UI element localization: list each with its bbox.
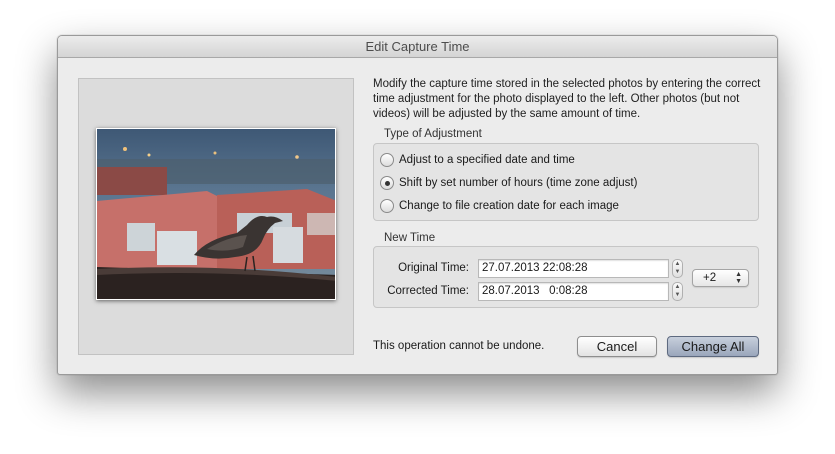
radio-button[interactable]	[380, 176, 394, 190]
select-arrows-icon: ▲ ▼	[735, 271, 742, 285]
radio-label: Shift by set number of hours (time zone …	[399, 177, 638, 189]
radio-button[interactable]	[380, 199, 394, 213]
photo-preview-panel	[78, 78, 354, 355]
adjustment-section-label: Type of Adjustment	[384, 128, 482, 140]
radio-option-specified-date[interactable]: Adjust to a specified date and time	[380, 151, 575, 169]
radio-label: Change to file creation date for each im…	[399, 200, 619, 212]
cancel-button[interactable]: Cancel	[577, 336, 657, 357]
original-time-field[interactable]: 27.07.2013 22:08:28	[478, 259, 669, 278]
new-time-group: Original Time: 27.07.2013 22:08:28 ▲ ▼ Co…	[373, 246, 759, 308]
edit-capture-time-dialog: Edit Capture Time Modify the capture tim…	[57, 35, 778, 375]
adjustment-group: Adjust to a specified date and time Shif…	[373, 143, 759, 221]
corrected-time-label: Corrected Time:	[387, 285, 469, 297]
radio-button[interactable]	[380, 153, 394, 167]
hour-shift-value: +2	[703, 272, 717, 284]
instructions-text: Modify the capture time stored in the se…	[373, 78, 761, 120]
radio-label: Adjust to a specified date and time	[399, 154, 575, 166]
seagull-photo-image	[97, 129, 335, 299]
radio-option-shift-hours[interactable]: Shift by set number of hours (time zone …	[380, 174, 637, 192]
warning-text: This operation cannot be undone.	[373, 340, 545, 352]
original-time-label: Original Time:	[398, 262, 469, 274]
photo-thumbnail	[96, 128, 336, 300]
new-time-section-label: New Time	[384, 232, 436, 244]
radio-option-file-creation-date[interactable]: Change to file creation date for each im…	[380, 197, 619, 215]
corrected-time-stepper[interactable]: ▲ ▼	[672, 282, 683, 301]
stepper-arrows-icon: ▲ ▼	[674, 284, 681, 298]
corrected-time-field[interactable]: 28.07.2013 0:08:28	[478, 282, 669, 301]
change-all-button[interactable]: Change All	[667, 336, 759, 357]
hour-shift-select[interactable]: +2 ▲ ▼	[692, 269, 749, 287]
original-time-stepper[interactable]: ▲ ▼	[672, 259, 683, 278]
dialog-title: Edit Capture Time	[58, 36, 777, 58]
stepper-arrows-icon: ▲ ▼	[674, 261, 681, 275]
